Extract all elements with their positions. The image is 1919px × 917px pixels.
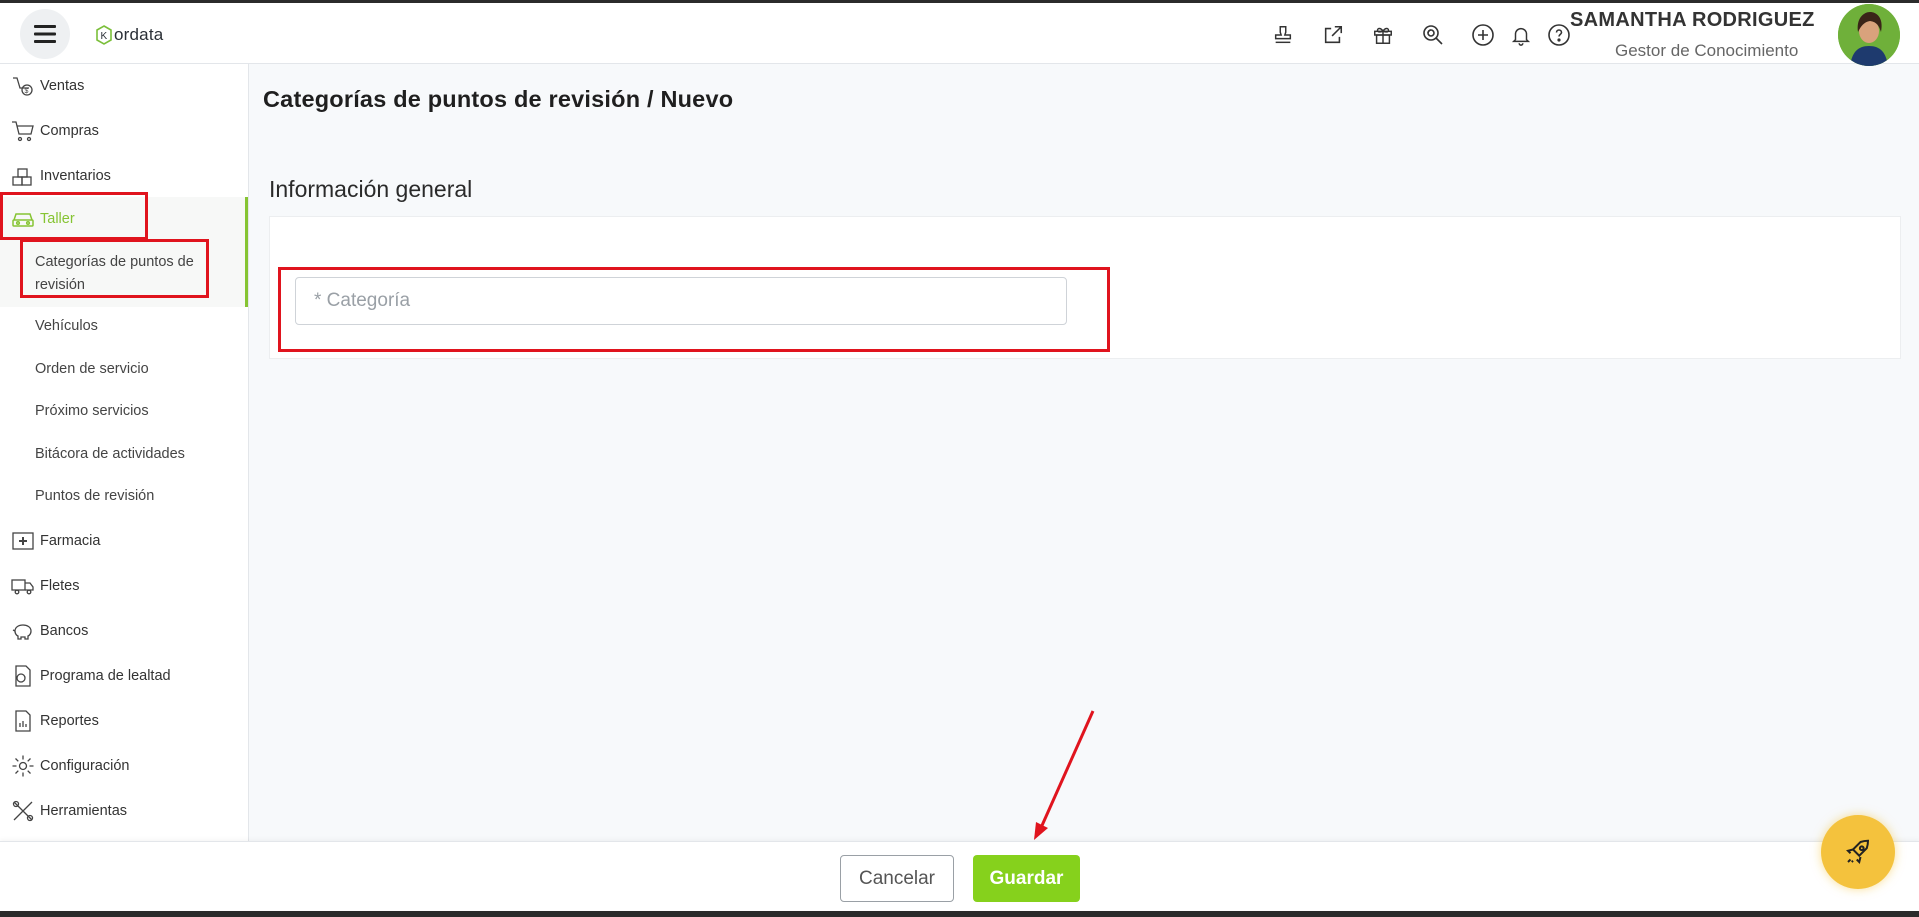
sidebar-item-label: Herramientas	[40, 803, 128, 819]
rocket-fab-button[interactable]	[1821, 815, 1895, 889]
sidebar-item-label: Inventarios	[40, 168, 111, 184]
report-icon	[9, 707, 37, 735]
user-photo-icon	[1838, 4, 1900, 66]
app-logo[interactable]: K ordata	[96, 25, 163, 45]
highlight-categorias	[20, 239, 209, 298]
hamburger-icon	[34, 25, 56, 43]
help-icon	[1548, 24, 1570, 46]
sidebar-sub-vehiculos[interactable]: Vehículos	[35, 315, 98, 338]
loyalty-icon	[9, 662, 37, 690]
svg-text:$: $	[25, 88, 29, 95]
sidebar-item-configuracion[interactable]: Configuración	[0, 744, 248, 788]
svg-text:K: K	[101, 31, 108, 42]
sidebar-sub-orden-servicio[interactable]: Orden de servicio	[35, 358, 149, 381]
sidebar-item-lealtad[interactable]: Programa de lealtad	[0, 654, 248, 698]
highlight-taller	[0, 192, 148, 240]
add-button[interactable]	[1468, 20, 1498, 50]
top-header: K ordata SAMANTHA RODRIGUEZ Gestor de Co…	[0, 3, 1919, 66]
sidebar-item-label: Compras	[40, 123, 99, 139]
sidebar-item-reportes[interactable]: Reportes	[0, 699, 248, 743]
sidebar-sub-proximo-servicios[interactable]: Próximo servicios	[35, 400, 149, 423]
sidebar-item-label: Reportes	[40, 713, 99, 729]
sidebar-sub-bitacora[interactable]: Bitácora de actividades	[35, 443, 185, 466]
search-zoom-button[interactable]	[1418, 20, 1448, 50]
sidebar-item-herramientas[interactable]: Herramientas	[0, 789, 248, 833]
sidebar-sub-puntos-revision[interactable]: Puntos de revisión	[35, 485, 154, 508]
avatar[interactable]	[1838, 4, 1900, 66]
stamp-button[interactable]	[1268, 20, 1298, 50]
gift-icon	[1374, 27, 1392, 44]
window-frame	[0, 0, 1919, 917]
boxes-icon	[9, 162, 37, 190]
notifications-button[interactable]	[1506, 20, 1536, 50]
sidebar-item-farmacia[interactable]: Farmacia	[0, 519, 248, 563]
pharmacy-icon	[9, 527, 37, 555]
sidebar-item-ventas[interactable]: $ Ventas	[0, 64, 248, 108]
sidebar-item-label: Ventas	[40, 78, 85, 94]
sales-icon: $	[9, 72, 37, 100]
header-toolbar	[1268, 20, 1582, 50]
external-link-icon	[1324, 25, 1343, 44]
highlight-category-field	[278, 267, 1110, 352]
user-name[interactable]: SAMANTHA RODRIGUEZ	[1570, 9, 1815, 32]
logo-mark-icon: K	[96, 25, 112, 45]
save-button[interactable]: Guardar	[973, 855, 1080, 902]
sidebar: $ Ventas Compras Inventarios Taller Cate…	[0, 64, 249, 841]
search-zoom-icon	[1423, 25, 1443, 45]
piggy-bank-icon	[9, 617, 37, 645]
logo-text: ordata	[114, 25, 164, 44]
sidebar-item-label: Configuración	[40, 758, 130, 774]
rocket-icon	[1846, 839, 1870, 864]
external-link-button[interactable]	[1318, 20, 1348, 50]
menu-toggle-button[interactable]	[20, 9, 70, 59]
section-title: Información general	[269, 176, 473, 202]
page-title: Categorías de puntos de revisión / Nuevo	[263, 86, 734, 112]
user-role: Gestor de Conocimiento	[1615, 41, 1799, 60]
gift-button[interactable]	[1368, 20, 1398, 50]
stamp-icon	[1274, 26, 1292, 44]
sidebar-item-label: Fletes	[40, 578, 80, 594]
sidebar-item-compras[interactable]: Compras	[0, 109, 248, 153]
annotation-arrow-icon	[1034, 710, 1095, 840]
sidebar-item-label: Programa de lealtad	[40, 668, 171, 684]
bell-icon	[1511, 27, 1531, 46]
sidebar-item-bancos[interactable]: Bancos	[0, 609, 248, 653]
tools-icon	[9, 797, 37, 825]
sidebar-item-label: Farmacia	[40, 533, 101, 549]
form-footer	[0, 841, 1919, 911]
gear-icon	[9, 752, 37, 780]
sidebar-item-label: Bancos	[40, 623, 89, 639]
sidebar-item-fletes[interactable]: Fletes	[0, 564, 248, 608]
plus-circle-icon	[1472, 24, 1494, 46]
cart-icon	[9, 117, 37, 145]
truck-icon	[9, 572, 37, 600]
cancel-button[interactable]: Cancelar	[840, 855, 954, 902]
